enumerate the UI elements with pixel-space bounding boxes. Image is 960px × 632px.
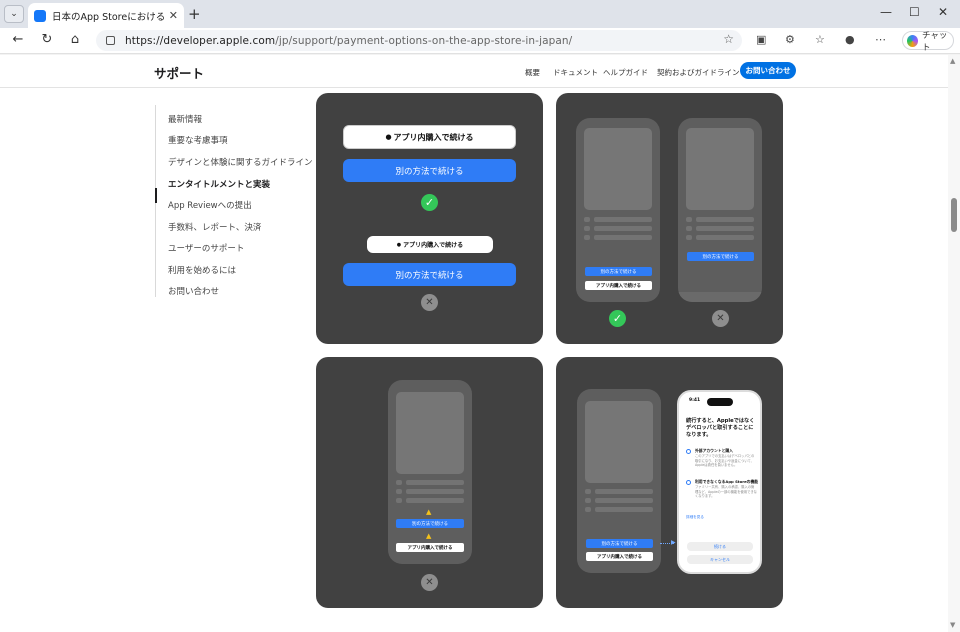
- copilot-label: チャット: [921, 30, 948, 53]
- url-host: https://developer.apple.com: [125, 34, 276, 47]
- illustration-button-order: 別の方法で続ける アプリ内購入で続ける 別の方法で続ける ✓ ✕: [556, 93, 783, 344]
- sheet-continue-button: 続ける: [687, 542, 753, 551]
- mini-iap-button: アプリ内購入で続ける: [586, 552, 653, 561]
- active-item-marker: [155, 188, 157, 203]
- sidebar-item-whats-new[interactable]: 最新情報: [168, 113, 202, 125]
- copilot-icon: [907, 34, 918, 47]
- illustration-button-warning: ▲ 別の方法で続ける ▲ アプリ内購入で続ける ✕: [316, 357, 543, 608]
- bottom-sheet-edge: [678, 292, 762, 302]
- sheet-item1-body: このアプリでの支払いはデベロッパとの取引になり、お支払いや返金について、Appl…: [695, 454, 755, 468]
- iap-button-large: ● アプリ内購入で続ける: [343, 125, 516, 149]
- apple-logo-icon: ●: [396, 241, 402, 248]
- subnav-link-help-guide[interactable]: ヘルプガイド: [603, 67, 648, 78]
- sidebar-item-getting-started[interactable]: 利用を始めるには: [168, 264, 236, 276]
- support-subnav: サポート 概要 ドキュメント ヘルプガイド 契約およびガイドライン お問い合わせ: [0, 55, 948, 88]
- mini-alt-button: 別の方法で続ける: [586, 539, 653, 548]
- warning-icon: ▲: [426, 508, 432, 516]
- checkmark-icon: ✓: [609, 310, 626, 327]
- sheet-title: 続行すると、Appleではなくデベロッパと取引することになります。: [686, 418, 755, 438]
- web-page: サポート 概要 ドキュメント ヘルプガイド 契約およびガイドライン お問い合わせ…: [0, 55, 948, 632]
- tab-actions-menu-button[interactable]: ⌄: [4, 5, 24, 23]
- sidebar-nav: 最新情報 重要な考慮事項 デザインと体験に関するガイドライン エンタイトルメント…: [155, 105, 313, 297]
- favorites-icon[interactable]: ☆: [815, 33, 825, 46]
- sidebar-item-user-support[interactable]: ユーザーのサポート: [168, 242, 244, 254]
- illustration-button-prominence: ● アプリ内購入で続ける 別の方法で続ける ✓ ● アプリ内購入で続ける 別の方法で…: [316, 93, 543, 344]
- sheet-item2-body: ファミリー共有、購入の承認、購入の管理など、Appleの一部の機能を使用できなく…: [695, 485, 757, 499]
- phone-mockup: 別の方法で続ける: [678, 118, 762, 302]
- apple-favicon-icon: [34, 9, 46, 22]
- sidebar-item-design-guidelines[interactable]: デザインと体験に関するガイドライン: [168, 156, 313, 168]
- lock-icon: [106, 36, 115, 45]
- subnav-link-overview[interactable]: 概要: [525, 67, 540, 78]
- mini-iap-button: アプリ内購入で続ける: [396, 543, 464, 552]
- cross-icon: ✕: [421, 574, 438, 591]
- sidebar-item-app-review[interactable]: App Reviewへの提出: [168, 199, 252, 211]
- iap-button-small: ● アプリ内購入で続ける: [367, 236, 493, 253]
- page-scrollbar[interactable]: ▲ ▼: [948, 55, 960, 632]
- cross-icon: ✕: [712, 310, 729, 327]
- subnav-brand[interactable]: サポート: [154, 63, 204, 82]
- sidebar-item-contact[interactable]: お問い合わせ: [168, 285, 219, 297]
- new-tab-icon[interactable]: +: [188, 5, 201, 23]
- phone-mockup: ▲ 別の方法で続ける ▲ アプリ内購入で続ける: [388, 380, 472, 564]
- contact-button[interactable]: お問い合わせ: [740, 62, 796, 79]
- refresh-icon[interactable]: ↻: [38, 32, 56, 47]
- dynamic-island: [707, 398, 733, 406]
- alt-button-large: 別の方法で続ける: [343, 263, 516, 286]
- warning-icon: ▲: [426, 532, 432, 540]
- alt-button-large: 別の方法で続ける: [343, 159, 516, 182]
- learn-more-link: 詳細を見る: [686, 515, 704, 519]
- home-icon[interactable]: ⌂: [66, 32, 84, 47]
- disclosure-phone: 9:41 続行すると、Appleではなくデベロッパと取引することになります。 外…: [677, 390, 762, 574]
- apple-logo-icon: ●: [385, 133, 392, 141]
- browser-tab[interactable]: 日本のApp Storeにおける決済オプショ ✕: [28, 3, 184, 28]
- copilot-button[interactable]: チャット: [902, 30, 954, 53]
- close-window-icon[interactable]: ✕: [938, 5, 948, 19]
- scroll-thumb[interactable]: [951, 198, 957, 232]
- mini-iap-button: アプリ内購入で続ける: [585, 281, 652, 290]
- maximize-icon[interactable]: ☐: [909, 5, 920, 19]
- subnav-link-agreements[interactable]: 契約およびガイドライン: [657, 67, 740, 78]
- mini-alt-button: 別の方法で続ける: [396, 519, 464, 528]
- address-bar: ← ↻ ⌂ https://developer.apple.com/jp/sup…: [0, 28, 960, 54]
- reading-mode-icon[interactable]: ▣: [756, 33, 766, 46]
- url-path: /jp/support/payment-options-on-the-app-s…: [275, 34, 573, 47]
- back-arrow-icon[interactable]: ←: [9, 32, 27, 47]
- cross-icon: ✕: [421, 294, 438, 311]
- sidebar-item-considerations[interactable]: 重要な考慮事項: [168, 134, 228, 146]
- tab-bar: ⌄ 日本のApp Storeにおける決済オプショ ✕ + — ☐ ✕: [0, 0, 960, 28]
- minimize-icon[interactable]: —: [880, 5, 892, 19]
- external-account-icon: [686, 449, 691, 454]
- scroll-up-icon[interactable]: ▲: [950, 57, 955, 65]
- illustration-disclosure-sheet: 別の方法で続ける アプリ内購入で続ける ▶ 9:41 続行すると、Appleでは…: [556, 357, 783, 608]
- more-options-icon[interactable]: ⋯: [875, 33, 886, 46]
- arrow-right-icon: ▶: [671, 539, 676, 546]
- sidebar-item-entitlements[interactable]: エンタイトルメントと実装: [168, 178, 270, 190]
- scroll-down-icon[interactable]: ▼: [950, 621, 955, 629]
- phone-mockup: 別の方法で続ける アプリ内購入で続ける: [577, 389, 661, 573]
- profile-avatar-icon[interactable]: ●: [845, 33, 855, 46]
- extensions-icon[interactable]: ⚙: [785, 33, 795, 46]
- mini-alt-button: 別の方法で続ける: [585, 267, 652, 276]
- url-input[interactable]: https://developer.apple.com/jp/support/p…: [96, 30, 742, 51]
- iap-button-label: アプリ内購入で続ける: [403, 242, 464, 249]
- iap-button-label: アプリ内購入で続ける: [393, 132, 474, 142]
- favorite-star-icon[interactable]: ☆: [723, 32, 734, 46]
- unavailable-features-icon: [686, 480, 691, 485]
- status-time: 9:41: [689, 398, 701, 403]
- sheet-cancel-button: キャンセル: [687, 555, 753, 564]
- subnav-link-documentation[interactable]: ドキュメント: [553, 67, 598, 78]
- tab-title: 日本のApp Storeにおける決済オプショ: [52, 11, 165, 23]
- phone-mockup: 別の方法で続ける アプリ内購入で続ける: [576, 118, 660, 302]
- mini-alt-button: 別の方法で続ける: [687, 252, 754, 261]
- sidebar-item-commission[interactable]: 手数料、レポート、決済: [168, 221, 261, 233]
- checkmark-icon: ✓: [421, 194, 438, 211]
- close-tab-icon[interactable]: ✕: [169, 9, 178, 22]
